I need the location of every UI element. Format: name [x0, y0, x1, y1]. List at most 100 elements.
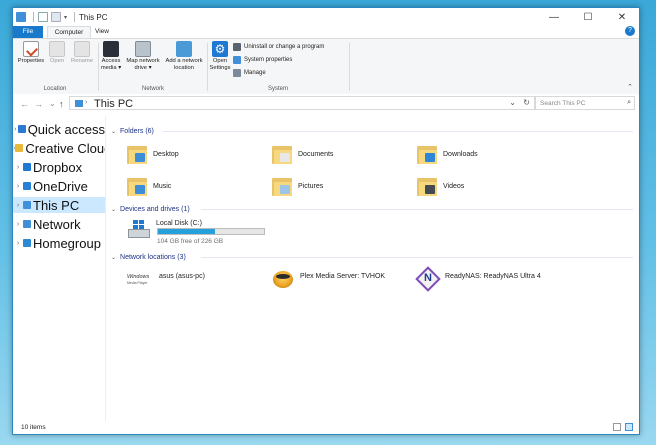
- collapse-chevron-icon: ⌄: [111, 128, 117, 135]
- sidebar-item-quick-access[interactable]: › Quick access: [13, 121, 105, 137]
- folder-tile-music[interactable]: Music: [127, 173, 257, 199]
- wmp-logo-subtext: Media Player: [127, 281, 148, 285]
- breadcrumb-separator-icon: ›: [85, 99, 88, 106]
- network-location-readynas[interactable]: N ReadyNAS: ReadyNAS Ultra 4: [415, 266, 577, 292]
- new-folder-quick-icon[interactable]: [51, 12, 61, 22]
- divider: [349, 43, 350, 91]
- sidebar-item-label: OneDrive: [33, 178, 88, 194]
- settings-gear-icon: ⚙: [212, 41, 228, 57]
- drive-free-space: 104 GB free of 226 GB: [157, 238, 224, 245]
- sidebar-item-label: This PC: [33, 197, 80, 213]
- uninstall-program-button[interactable]: Uninstall or change a program: [233, 42, 324, 52]
- up-button[interactable]: ↑: [59, 99, 64, 109]
- expand-chevron-icon[interactable]: ›: [13, 202, 23, 209]
- ribbon-tabs: File Computer View ?: [13, 26, 639, 39]
- system-properties-icon: [233, 56, 241, 64]
- large-icons-view-button[interactable]: [625, 423, 633, 431]
- folder-tile-desktop[interactable]: Desktop: [127, 141, 257, 167]
- minimize-button[interactable]: —: [537, 8, 571, 26]
- sidebar-item-icon: [23, 163, 31, 171]
- group-header-devices[interactable]: ⌄ Devices and drives (1): [111, 204, 190, 214]
- folder-tile-documents[interactable]: Documents: [272, 141, 402, 167]
- divider: [163, 131, 633, 132]
- group-header-folders[interactable]: ⌄ Folders (6): [111, 126, 154, 136]
- open-settings-label: Open: [212, 58, 228, 64]
- group-title: Devices and drives (1): [120, 205, 190, 213]
- divider: [105, 116, 106, 421]
- uninstall-label: Uninstall or change a program: [244, 44, 325, 50]
- folder-label: Pictures: [298, 182, 324, 190]
- divider: [74, 12, 76, 22]
- pictures-folder-icon: [272, 176, 292, 196]
- explorer-window: ▾ This PC — ☐ ✕ File Computer View ? Pro…: [12, 7, 640, 435]
- folder-tile-videos[interactable]: Videos: [417, 173, 547, 199]
- drive-usage-bar: [157, 228, 265, 235]
- content-pane: ⌄ Folders (6) Desktop Documents Downloads M…: [107, 116, 637, 421]
- plex-icon: [272, 268, 294, 290]
- network-location-plex[interactable]: Plex Media Server: TVHOK: [272, 266, 417, 292]
- help-button[interactable]: ?: [625, 26, 635, 36]
- expand-chevron-icon[interactable]: ›: [13, 126, 18, 133]
- drive-usage-fill: [158, 229, 216, 234]
- network-location-asus[interactable]: Windows Media Player asus (asus-pc): [127, 266, 267, 292]
- this-pc-small-icon: [75, 100, 83, 107]
- sidebar-item-icon: [15, 144, 24, 152]
- sidebar-item-onedrive[interactable]: › OneDrive: [13, 178, 105, 194]
- properties-quick-icon[interactable]: [38, 12, 48, 22]
- tab-file[interactable]: File: [13, 26, 43, 38]
- sidebar-item-icon: [23, 239, 31, 247]
- collapse-ribbon-icon[interactable]: ⌃: [627, 83, 633, 91]
- sidebar-item-label: Quick access: [27, 121, 105, 137]
- uninstall-icon: [233, 43, 241, 51]
- downloads-folder-icon: [417, 144, 437, 164]
- ribbon-group-label: System: [267, 86, 288, 92]
- window-title: This PC: [79, 12, 108, 22]
- collapse-chevron-icon: ⌄: [111, 206, 117, 213]
- videos-folder-icon: [417, 176, 437, 196]
- folder-label: Documents: [298, 150, 334, 158]
- folder-label: Music: [153, 182, 172, 190]
- sidebar-item-homegroup[interactable]: › Homegroup: [13, 235, 105, 251]
- folder-label: Desktop: [153, 150, 179, 158]
- refresh-button[interactable]: ↻: [523, 98, 530, 107]
- folder-tile-pictures[interactable]: Pictures: [272, 173, 402, 199]
- music-folder-icon: [127, 176, 147, 196]
- expand-chevron-icon[interactable]: ›: [13, 240, 23, 247]
- sidebar-item-icon: [23, 182, 31, 190]
- address-dropdown-button[interactable]: ⌄: [509, 98, 516, 107]
- manage-button[interactable]: Manage: [233, 68, 266, 78]
- tab-view[interactable]: View: [91, 26, 113, 38]
- network-location-label: Plex Media Server: TVHOK: [300, 272, 386, 280]
- details-view-button[interactable]: [613, 423, 621, 431]
- search-icon: ⌕: [627, 99, 631, 106]
- open-settings-button[interactable]: ⚙ Open Settings: [208, 41, 232, 72]
- network-location-label: ReadyNAS: ReadyNAS Ultra 4: [445, 272, 541, 280]
- sidebar-item-this-pc[interactable]: › This PC: [13, 197, 105, 213]
- recent-locations-button[interactable]: ⌄: [49, 99, 56, 108]
- sidebar-item-network[interactable]: › Network: [13, 216, 105, 232]
- sidebar-item-dropbox[interactable]: › Dropbox: [13, 159, 105, 175]
- back-button[interactable]: ←: [20, 99, 29, 109]
- group-title: Network locations (3): [120, 253, 186, 261]
- forward-button[interactable]: →: [34, 99, 43, 109]
- expand-chevron-icon[interactable]: ›: [13, 221, 23, 228]
- search-placeholder: Search This PC: [540, 100, 586, 107]
- address-bar[interactable]: › This PC ⌄ ↻: [69, 96, 535, 110]
- expand-chevron-icon[interactable]: ›: [13, 164, 23, 171]
- maximize-button[interactable]: ☐: [571, 8, 605, 26]
- quick-access-dropdown-icon[interactable]: ▾: [64, 14, 67, 21]
- address-bar-row: ← → ⌄ ↑ › This PC ⌄ ↻ Search This PC ⌕: [13, 94, 639, 113]
- expand-chevron-icon[interactable]: ›: [13, 183, 23, 190]
- sidebar-item-label: Dropbox: [33, 159, 83, 175]
- sidebar-item-label: Homegroup: [33, 235, 101, 251]
- this-pc-icon: [16, 12, 26, 22]
- search-input[interactable]: Search This PC ⌕: [535, 96, 635, 110]
- title-bar: ▾ This PC — ☐ ✕: [13, 8, 639, 26]
- sidebar-item-creative-cloud-files[interactable]: ›Creative Cloud Files: [13, 140, 105, 156]
- close-button[interactable]: ✕: [605, 8, 639, 26]
- group-header-network[interactable]: ⌄ Network locations (3): [111, 252, 186, 262]
- system-properties-button[interactable]: System properties: [233, 55, 292, 65]
- ribbon-group-system: ⚙ Open Settings Uninstall or change a pr…: [13, 39, 639, 94]
- breadcrumb-this-pc[interactable]: This PC: [94, 98, 133, 110]
- folder-tile-downloads[interactable]: Downloads: [417, 141, 547, 167]
